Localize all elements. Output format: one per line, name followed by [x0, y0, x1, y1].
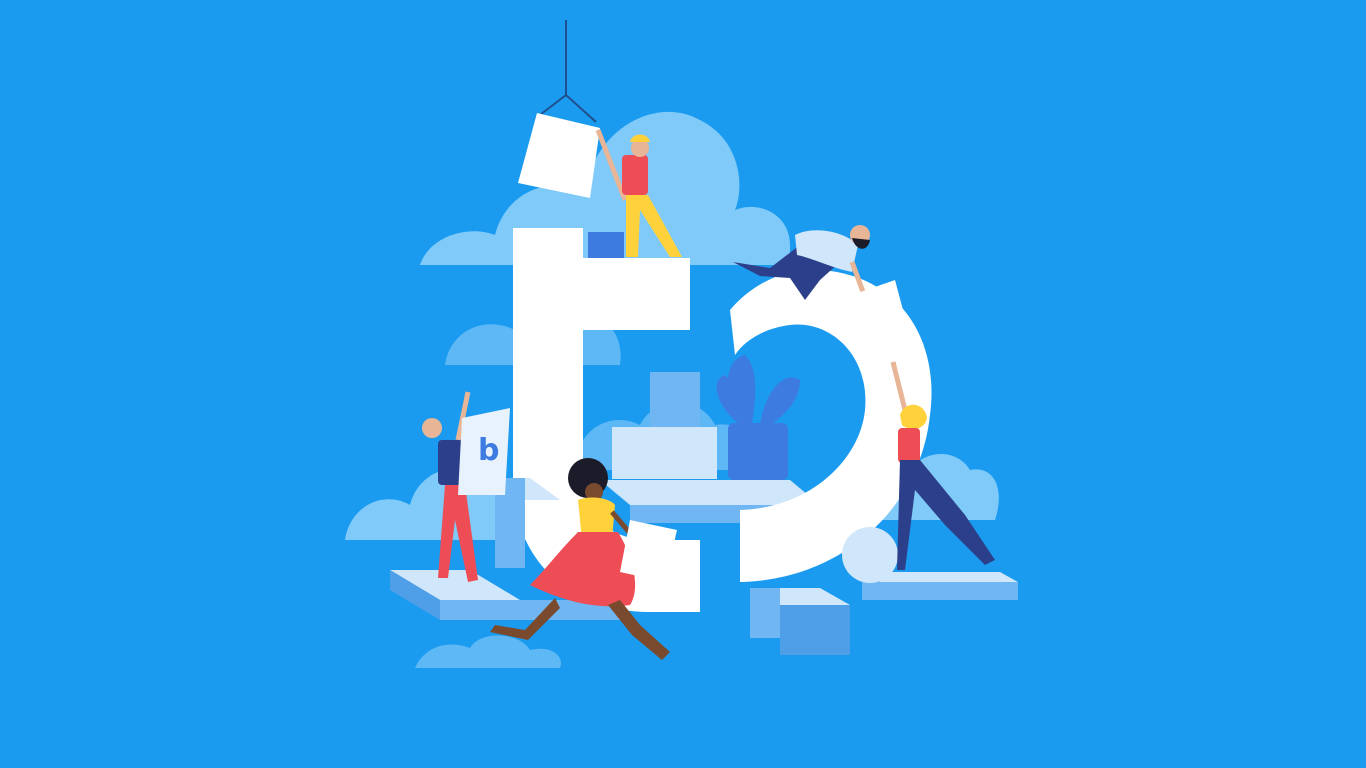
toolbox [588, 232, 624, 258]
torso [622, 155, 648, 195]
plant-pot [728, 423, 788, 480]
blueprint-glyph: b [478, 433, 499, 468]
round-block [842, 527, 898, 583]
block-stack-top [650, 372, 700, 427]
block-bottom-front [780, 605, 850, 655]
illustration-scene: b [0, 0, 1366, 768]
torso [898, 428, 920, 463]
head [422, 418, 442, 438]
block-bottom-left [750, 588, 780, 638]
illustration-canvas: b [0, 0, 1366, 768]
block-stack-middle [612, 427, 717, 479]
block-right-front [862, 582, 1018, 600]
